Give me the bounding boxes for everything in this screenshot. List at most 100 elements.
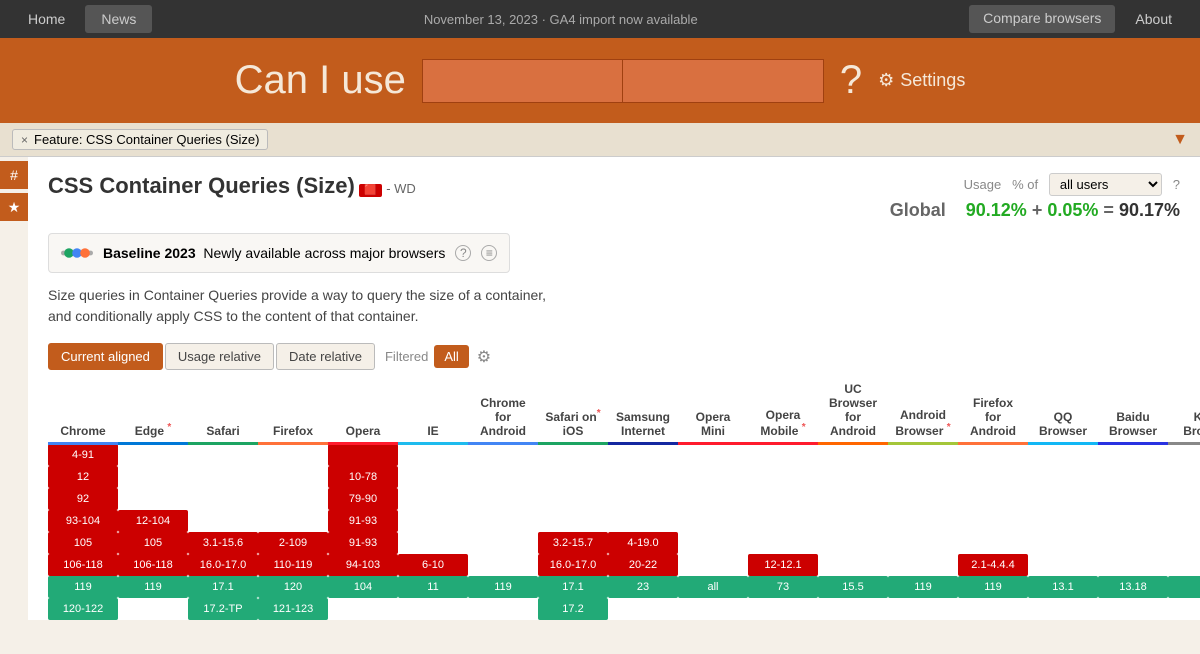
about-nav-btn[interactable]: About <box>1119 5 1188 33</box>
table-row[interactable] <box>258 510 328 532</box>
table-row[interactable] <box>468 466 538 488</box>
table-row[interactable] <box>538 444 608 466</box>
table-row[interactable] <box>398 532 468 554</box>
table-row[interactable] <box>958 598 1028 620</box>
table-row[interactable]: 17.2 <box>538 598 608 620</box>
table-row[interactable] <box>118 444 188 466</box>
table-settings-gear-icon[interactable]: ⚙ <box>477 347 491 367</box>
table-row[interactable] <box>1028 598 1098 620</box>
table-row[interactable] <box>1098 554 1168 576</box>
table-row[interactable]: 12-104 <box>118 510 188 532</box>
table-row[interactable]: 73 <box>748 576 818 598</box>
hero-settings-btn[interactable]: ⚙ Settings <box>878 70 965 91</box>
table-row[interactable]: 2-109 <box>258 532 328 554</box>
table-row[interactable] <box>818 444 888 466</box>
table-row[interactable]: 119 <box>888 576 958 598</box>
table-row[interactable] <box>398 444 468 466</box>
table-row[interactable]: 15.5 <box>818 576 888 598</box>
table-row[interactable]: all <box>678 576 748 598</box>
search-input-2[interactable] <box>623 60 823 102</box>
table-row[interactable] <box>958 488 1028 510</box>
table-row[interactable]: 120-122 <box>48 598 118 620</box>
table-row[interactable] <box>398 466 468 488</box>
table-row[interactable] <box>188 488 258 510</box>
table-row[interactable] <box>608 466 678 488</box>
table-row[interactable]: 91-93 <box>328 532 398 554</box>
table-row[interactable] <box>1028 554 1098 576</box>
table-row[interactable] <box>818 554 888 576</box>
table-row[interactable]: 104 <box>328 576 398 598</box>
table-row[interactable] <box>888 510 958 532</box>
table-row[interactable] <box>748 488 818 510</box>
table-row[interactable] <box>958 466 1028 488</box>
table-row[interactable]: 4-91 <box>48 444 118 466</box>
baseline-help-icon[interactable]: ? <box>455 245 471 261</box>
table-row[interactable]: 13.18 <box>1098 576 1168 598</box>
search-input-1[interactable] <box>423 60 623 102</box>
table-row[interactable] <box>678 466 748 488</box>
table-row[interactable] <box>678 444 748 466</box>
table-row[interactable] <box>748 444 818 466</box>
home-nav-btn[interactable]: Home <box>12 5 81 33</box>
table-row[interactable] <box>468 532 538 554</box>
table-row[interactable] <box>188 466 258 488</box>
table-row[interactable] <box>468 554 538 576</box>
table-row[interactable] <box>608 488 678 510</box>
table-row[interactable]: 11 <box>398 576 468 598</box>
usage-type-selector[interactable]: all users tracked users <box>1049 173 1162 196</box>
table-row[interactable] <box>188 510 258 532</box>
table-row[interactable]: 105 <box>48 532 118 554</box>
table-row[interactable] <box>1028 444 1098 466</box>
table-row[interactable] <box>398 598 468 620</box>
table-row[interactable]: 12 <box>48 466 118 488</box>
table-row[interactable] <box>748 510 818 532</box>
table-row[interactable] <box>1028 488 1098 510</box>
table-row[interactable]: 23 <box>608 576 678 598</box>
table-row[interactable] <box>1098 598 1168 620</box>
table-row[interactable] <box>1028 510 1098 532</box>
table-row[interactable] <box>958 532 1028 554</box>
table-row[interactable]: 91-93 <box>328 510 398 532</box>
table-row[interactable]: 3.1-15.6 <box>188 532 258 554</box>
table-row[interactable] <box>888 532 958 554</box>
table-row[interactable] <box>468 598 538 620</box>
tab-current-aligned[interactable]: Current aligned <box>48 343 163 370</box>
hash-icon-btn[interactable]: # <box>0 161 28 189</box>
table-row[interactable] <box>258 488 328 510</box>
table-row[interactable] <box>258 444 328 466</box>
table-row[interactable] <box>608 444 678 466</box>
star-icon-btn[interactable]: ★ <box>0 193 28 221</box>
table-row[interactable] <box>468 510 538 532</box>
table-row[interactable] <box>678 488 748 510</box>
table-row[interactable]: 12-12.1 <box>748 554 818 576</box>
table-row[interactable] <box>818 598 888 620</box>
table-row[interactable] <box>468 444 538 466</box>
table-row[interactable]: 3 <box>1168 576 1200 598</box>
table-row[interactable] <box>258 466 328 488</box>
table-row[interactable] <box>328 598 398 620</box>
table-row[interactable] <box>1168 532 1200 554</box>
table-row[interactable] <box>888 444 958 466</box>
filter-icon[interactable]: ▼ <box>1172 131 1188 149</box>
table-row[interactable] <box>608 510 678 532</box>
table-row[interactable] <box>678 554 748 576</box>
table-row[interactable] <box>678 510 748 532</box>
table-row[interactable]: 120 <box>258 576 328 598</box>
table-row[interactable] <box>818 488 888 510</box>
table-row[interactable] <box>1098 510 1168 532</box>
table-row[interactable] <box>748 532 818 554</box>
table-row[interactable] <box>888 466 958 488</box>
table-row[interactable] <box>468 488 538 510</box>
tab-date-relative[interactable]: Date relative <box>276 343 375 370</box>
table-row[interactable] <box>1168 466 1200 488</box>
table-row[interactable] <box>398 488 468 510</box>
table-row[interactable] <box>678 532 748 554</box>
all-filter-btn[interactable]: All <box>434 345 468 368</box>
table-row[interactable] <box>538 488 608 510</box>
usage-help-icon[interactable]: ? <box>1173 177 1180 192</box>
table-row[interactable] <box>1098 466 1168 488</box>
baseline-info-icon[interactable]: ≡ <box>481 245 497 261</box>
table-row[interactable]: 20-22 <box>608 554 678 576</box>
table-row[interactable] <box>1098 532 1168 554</box>
table-row[interactable]: 17.2-TP <box>188 598 258 620</box>
